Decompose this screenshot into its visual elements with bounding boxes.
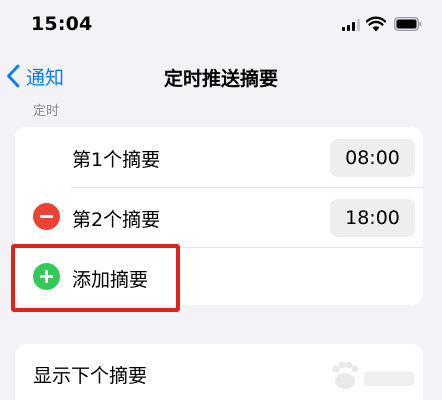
next-summary-label: 显示下个摘要 — [33, 365, 148, 387]
highlight-box — [11, 244, 180, 312]
remove-circle-icon[interactable] — [33, 203, 60, 230]
page-title: 定时推送摘要 — [163, 68, 278, 90]
wifi-icon — [366, 16, 386, 32]
watermark-paw-icon — [332, 361, 414, 389]
status-time: 15:04 — [31, 13, 93, 35]
battery-icon — [394, 17, 422, 31]
status-bar: 15:04 — [0, 0, 442, 50]
summary-label: 第1个摘要 — [72, 149, 161, 171]
notification-summary-screen: 15:04 通知 定时推送摘要 定时 第1个摘要 08:00 第2个摘要 18:… — [0, 0, 442, 400]
cellular-signal-icon — [342, 19, 360, 31]
list-item: 第2个摘要 18:00 — [15, 187, 423, 247]
time-picker[interactable]: 08:00 — [330, 139, 415, 177]
summary-label: 第2个摘要 — [72, 209, 161, 231]
navigation-bar: 通知 定时推送摘要 — [0, 50, 442, 102]
time-picker[interactable]: 18:00 — [330, 199, 415, 237]
section-header-schedule: 定时 — [33, 104, 60, 119]
list-item: 第1个摘要 08:00 — [15, 127, 423, 187]
